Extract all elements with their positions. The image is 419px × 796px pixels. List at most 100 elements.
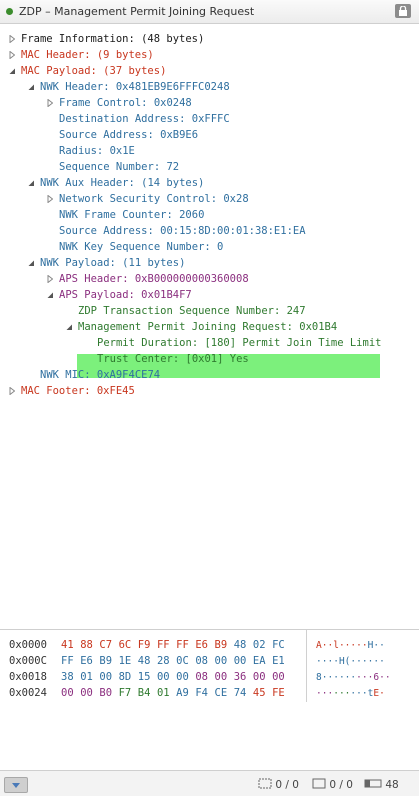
tree-row[interactable]: Frame Information: (48 bytes) [9, 31, 204, 47]
tree-row-label: Source Address: 0xB9E6 [59, 129, 199, 141]
tree-row[interactable]: Permit Duration: [180] Permit Join Time … [85, 335, 381, 351]
tree-row-label: NWK Aux Header: (14 bytes) [40, 177, 205, 189]
hex-ascii[interactable]: 8·········6·· [316, 669, 391, 686]
mark-count: 0 / 0 [312, 778, 353, 791]
tree-row-label: NWK MIC: 0xA9F4CE74 [40, 369, 161, 381]
hex-byte[interactable]: B4 [138, 685, 157, 701]
hex-byte[interactable]: EA [253, 653, 272, 669]
hex-byte[interactable]: 6C [119, 637, 138, 653]
tree-row[interactable]: MAC Payload: (37 bytes) [9, 63, 166, 79]
hex-byte[interactable]: A9 [176, 685, 195, 701]
hex-byte[interactable]: C7 [99, 637, 118, 653]
tree-row[interactable]: NWK Header: 0x481EB9E6FFFC0248 [28, 79, 230, 95]
tree-row[interactable]: Source Address: 0xB9E6 [47, 127, 198, 143]
hex-byte[interactable]: 01 [157, 685, 176, 701]
hex-byte[interactable]: 15 [138, 669, 157, 685]
tree-row[interactable]: Frame Control: 0x0248 [47, 95, 192, 111]
hex-byte[interactable]: 00 [234, 653, 253, 669]
hex-byte[interactable]: B9 [99, 653, 118, 669]
tree-row-label: Permit Duration: [180] Permit Join Time … [97, 337, 382, 349]
hex-row: 0x0000 41 88 C7 6C F9 FF FF E6 B9 48 02 FC A··l·····H… [0, 637, 419, 653]
hex-byte[interactable]: 38 [61, 669, 80, 685]
tree-row-label: Source Address: 00:15:8D:00:01:38:E1:EA [59, 225, 306, 237]
menu-dropdown-button[interactable] [4, 777, 28, 793]
hex-byte[interactable]: 08 [195, 653, 214, 669]
hex-byte[interactable]: 36 [234, 669, 253, 685]
collapsed-toggle-icon [47, 195, 53, 203]
hex-ascii[interactable]: ·········tE· [316, 685, 385, 702]
lock-icon [399, 6, 407, 16]
hex-byte[interactable]: 00 [176, 669, 195, 685]
hex-byte[interactable]: 00 [272, 669, 286, 685]
hex-byte[interactable]: 28 [157, 653, 176, 669]
collapsed-toggle-icon [9, 51, 15, 59]
hex-byte[interactable]: 00 [61, 685, 80, 701]
hex-byte[interactable]: FC [272, 637, 286, 653]
tree-row[interactable]: NWK Aux Header: (14 bytes) [28, 175, 204, 191]
hex-byte[interactable]: E6 [195, 637, 214, 653]
hex-byte[interactable]: B9 [215, 637, 234, 653]
hex-bytes[interactable]: 00 00 B0 F7 B4 01 A9 F4 CE 74 45 FE [61, 685, 286, 701]
tree-row[interactable]: MAC Header: (9 bytes) [9, 47, 154, 63]
hex-ascii[interactable]: A··l·····H·· [316, 637, 385, 654]
tree-row[interactable]: Sequence Number: 72 [47, 159, 179, 175]
hex-byte[interactable]: 08 [195, 669, 214, 685]
tree-row[interactable]: ZDP Transaction Sequence Number: 247 [66, 303, 306, 319]
hex-byte[interactable]: 74 [234, 685, 253, 701]
tree-row[interactable]: APS Header: 0xB000000000360008 [47, 271, 249, 287]
tree-row-label: NWK Frame Counter: 2060 [59, 209, 205, 221]
tree-row[interactable]: MAC Footer: 0xFE45 [9, 383, 135, 399]
tree-row[interactable]: APS Payload: 0x01B4F7 [47, 287, 192, 303]
lock-button[interactable] [395, 4, 411, 18]
hex-ascii[interactable]: ····H(······ [316, 653, 385, 670]
hex-byte[interactable]: F4 [195, 685, 214, 701]
tree-row[interactable]: Source Address: 00:15:8D:00:01:38:E1:EA [47, 223, 306, 239]
hex-byte[interactable]: 00 [80, 685, 99, 701]
tree-row[interactable]: NWK Key Sequence Number: 0 [47, 239, 223, 255]
hex-byte[interactable]: 48 [138, 653, 157, 669]
expanded-toggle-icon [47, 292, 53, 298]
hex-byte[interactable]: FF [157, 637, 176, 653]
hex-byte[interactable]: 00 [157, 669, 176, 685]
collapsed-toggle-icon [47, 275, 53, 283]
hex-byte[interactable]: E1 [272, 653, 286, 669]
hex-byte[interactable]: FE [272, 685, 286, 701]
hex-byte[interactable]: 00 [215, 669, 234, 685]
hex-byte[interactable]: F7 [119, 685, 138, 701]
tree-row-label: MAC Header: (9 bytes) [21, 49, 154, 61]
hex-byte[interactable]: 00 [99, 669, 118, 685]
hex-byte[interactable]: 48 [234, 637, 253, 653]
hex-byte[interactable]: E6 [80, 653, 99, 669]
hex-offset: 0x0024 [9, 687, 47, 699]
hex-byte[interactable]: 1E [119, 653, 138, 669]
hex-byte[interactable]: 00 [215, 653, 234, 669]
hex-byte[interactable]: 41 [61, 637, 80, 653]
hex-byte[interactable]: 00 [253, 669, 272, 685]
tree-row[interactable]: Management Permit Joining Request: 0x01B… [66, 319, 337, 335]
tree-row-label: Frame Control: 0x0248 [59, 97, 192, 109]
hex-byte[interactable]: 01 [80, 669, 99, 685]
tree-row[interactable]: Network Security Control: 0x28 [47, 191, 249, 207]
hex-byte[interactable]: 02 [253, 637, 272, 653]
collapsed-toggle-icon [9, 35, 15, 43]
tree-row[interactable]: Trust Center: [0x01] Yes [85, 351, 249, 367]
hex-byte[interactable]: 88 [80, 637, 99, 653]
tree-row[interactable]: Destination Address: 0xFFFC [47, 111, 230, 127]
hex-row: 0x0024 00 00 B0 F7 B4 01 A9 F4 CE 74 45 FE ·········t… [0, 685, 419, 701]
hex-bytes[interactable]: 41 88 C7 6C F9 FF FF E6 B9 48 02 FC [61, 637, 286, 653]
hex-byte[interactable]: FF [176, 637, 195, 653]
hex-byte[interactable]: FF [61, 653, 80, 669]
hex-byte[interactable]: F9 [138, 637, 157, 653]
hex-byte[interactable]: B0 [99, 685, 118, 701]
tree-row[interactable]: NWK MIC: 0xA9F4CE74 [28, 367, 160, 383]
hex-byte[interactable]: CE [215, 685, 234, 701]
title-bar: ZDP – Management Permit Joining Request [0, 0, 419, 24]
tree-row[interactable]: NWK Payload: (11 bytes) [28, 255, 185, 271]
hex-bytes[interactable]: 38 01 00 8D 15 00 00 08 00 36 00 00 [61, 669, 286, 685]
hex-byte[interactable]: 45 [253, 685, 272, 701]
tree-row[interactable]: NWK Frame Counter: 2060 [47, 207, 204, 223]
tree-row[interactable]: Radius: 0x1E [47, 143, 135, 159]
hex-bytes[interactable]: FF E6 B9 1E 48 28 0C 08 00 00 EA E1 [61, 653, 286, 669]
hex-byte[interactable]: 0C [176, 653, 195, 669]
hex-byte[interactable]: 8D [119, 669, 138, 685]
